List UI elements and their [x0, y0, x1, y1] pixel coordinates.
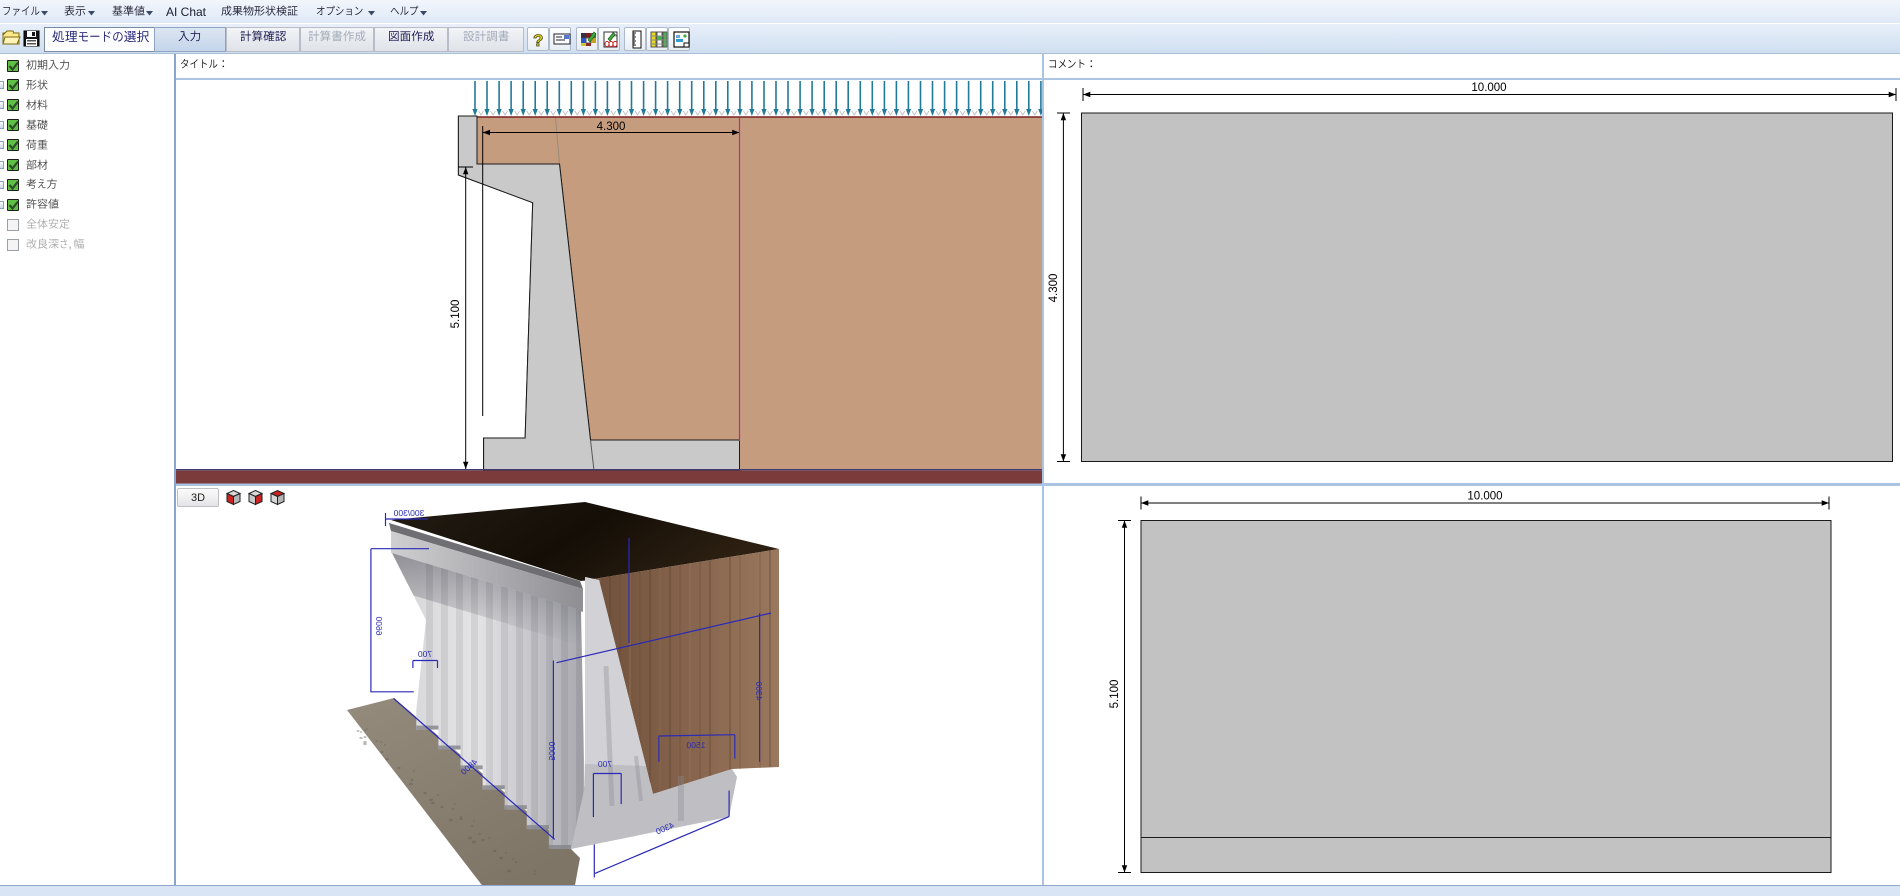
svg-text:5000: 5000: [547, 741, 557, 760]
svg-text:10.000: 10.000: [1471, 82, 1506, 94]
svg-text:4.300: 4.300: [597, 121, 626, 133]
svg-text:1500: 1500: [686, 740, 705, 750]
svg-text:5.100: 5.100: [1109, 680, 1121, 709]
svg-text:5.100: 5.100: [450, 300, 462, 329]
svg-text:10.000: 10.000: [1467, 491, 1502, 503]
svg-text:4300: 4300: [754, 681, 764, 700]
svg-text:4.300: 4.300: [1048, 274, 1060, 303]
svg-text:700: 700: [418, 649, 432, 659]
svg-text:6600: 6600: [374, 616, 384, 635]
svg-text:?: ?: [533, 31, 543, 50]
svg-text:300/300: 300/300: [393, 508, 424, 518]
svg-text:700: 700: [598, 759, 612, 769]
